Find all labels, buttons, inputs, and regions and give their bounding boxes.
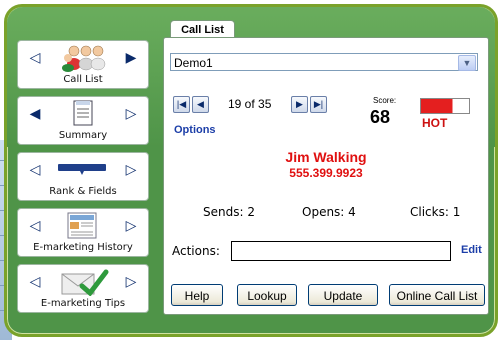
lookup-button[interactable]: Lookup — [237, 284, 297, 306]
next-arrow-icon[interactable]: ▷ — [124, 215, 138, 237]
actions-field[interactable] — [231, 241, 451, 261]
help-button[interactable]: Help — [171, 284, 223, 306]
sidebar-item-label: E-marketing History — [33, 242, 133, 253]
sidebar-item-label: Call List — [63, 74, 103, 85]
prev-arrow-icon[interactable]: ◁ — [28, 271, 42, 293]
prev-arrow-icon[interactable]: ◀ — [28, 103, 42, 125]
first-record-button[interactable]: |◀ — [173, 96, 190, 113]
sidebar-item-call-list[interactable]: ◁ ▶ Call List — [17, 40, 149, 89]
contact-name: Jim Walking — [285, 149, 367, 165]
call-list-panel: Demo1 ▼ |◀ ◀ 19 of 35 ▶ ▶| Options Score… — [163, 37, 489, 315]
sidebar-item-emarketing-history[interactable]: ◁ ▷ E-marketing History — [17, 208, 149, 257]
update-button[interactable]: Update — [308, 284, 378, 306]
contact-phone: 555.399.9923 — [289, 166, 363, 180]
score-value: 68 — [370, 107, 391, 127]
rank-bar-icon — [58, 164, 106, 175]
online-call-list-button[interactable]: Online Call List — [389, 284, 485, 306]
document-icon — [73, 100, 93, 126]
hot-meter — [420, 98, 470, 114]
prev-arrow-icon[interactable]: ◁ — [28, 47, 42, 69]
sidebar-item-label: Rank & Fields — [49, 186, 117, 197]
next-arrow-icon[interactable]: ▶ — [124, 47, 138, 69]
next-arrow-icon[interactable]: ▷ — [124, 103, 138, 125]
opens-count: Opens: 4 — [302, 205, 356, 219]
prev-record-button[interactable]: ◀ — [192, 96, 209, 113]
options-link[interactable]: Options — [174, 124, 216, 136]
record-position: 19 of 35 — [228, 97, 272, 111]
sidebar-item-rank-fields[interactable]: ◁ ▷ Rank & Fields — [17, 152, 149, 201]
next-arrow-icon[interactable]: ▷ — [124, 159, 138, 181]
actions-label: Actions: — [172, 244, 220, 258]
sends-count: Sends: 2 — [203, 205, 255, 219]
sidebar-item-emarketing-tips[interactable]: ◁ ▷ E-marketing Tips — [17, 264, 149, 313]
envelope-check-icon — [61, 269, 109, 296]
list-select[interactable]: Demo1 ▼ — [170, 53, 478, 71]
prev-arrow-icon[interactable]: ◁ — [28, 215, 42, 237]
newsletter-icon — [67, 212, 97, 239]
clicks-count: Clicks: 1 — [410, 205, 461, 219]
sidebar-item-label: E-marketing Tips — [40, 298, 126, 309]
people-icon — [62, 45, 106, 72]
hot-label: HOT — [422, 116, 448, 130]
next-arrow-icon[interactable]: ▷ — [124, 271, 138, 293]
sidebar-item-summary[interactable]: ◀ ▷ Summary — [17, 96, 149, 145]
last-record-button[interactable]: ▶| — [310, 96, 327, 113]
list-select-value: Demo1 — [174, 56, 213, 70]
prev-arrow-icon[interactable]: ◁ — [28, 159, 42, 181]
edit-link[interactable]: Edit — [461, 244, 482, 256]
next-record-button[interactable]: ▶ — [291, 96, 308, 113]
chevron-down-icon[interactable]: ▼ — [458, 55, 476, 71]
sidebar-item-label: Summary — [58, 130, 108, 141]
score-label: Score: — [373, 96, 397, 105]
